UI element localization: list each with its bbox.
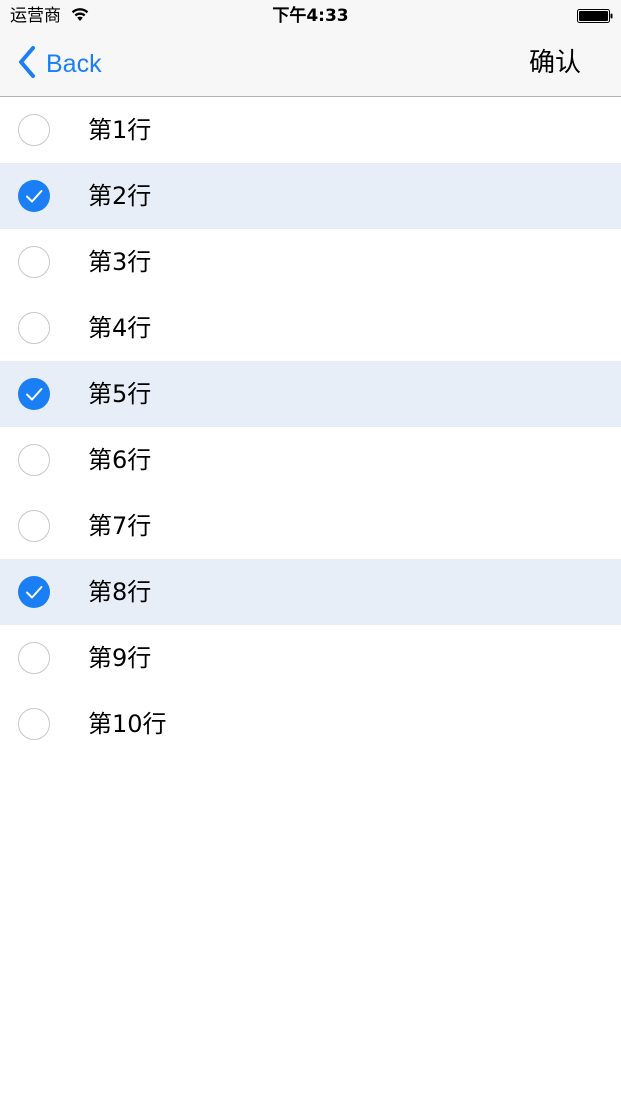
confirm-button[interactable]: 确认 — [529, 46, 581, 80]
checkmark-circle-icon[interactable] — [18, 378, 50, 410]
list-item[interactable]: 第6行 — [0, 427, 621, 493]
list-item[interactable]: 第7行 — [0, 493, 621, 559]
empty-circle-icon[interactable] — [18, 246, 50, 278]
list-item[interactable]: 第5行 — [0, 361, 621, 427]
list-item-label: 第7行 — [88, 512, 152, 540]
empty-circle-icon[interactable] — [18, 444, 50, 476]
list-item[interactable]: 第9行 — [0, 625, 621, 691]
list-item-label: 第9行 — [88, 644, 152, 672]
selection-list: 第1行第2行第3行第4行第5行第6行第7行第8行第9行第10行 — [0, 97, 621, 757]
chevron-left-icon — [16, 45, 46, 83]
empty-circle-icon[interactable] — [18, 114, 50, 146]
status-time: 下午4:33 — [272, 6, 349, 26]
list-item[interactable]: 第3行 — [0, 229, 621, 295]
back-button[interactable]: Back — [16, 46, 102, 82]
back-label: Back — [46, 50, 102, 78]
list-item[interactable]: 第2行 — [0, 163, 621, 229]
list-item-label: 第3行 — [88, 248, 152, 276]
list-item-label: 第4行 — [88, 314, 152, 342]
navigation-bar: Back 确认 — [0, 32, 621, 97]
battery-icon — [577, 8, 613, 23]
empty-circle-icon[interactable] — [18, 510, 50, 542]
list-item-label: 第10行 — [88, 710, 167, 738]
list-item[interactable]: 第10行 — [0, 691, 621, 757]
empty-circle-icon[interactable] — [18, 312, 50, 344]
status-bar: 运营商 下午4:33 — [0, 0, 621, 32]
empty-circle-icon[interactable] — [18, 642, 50, 674]
list-item-label: 第6行 — [88, 446, 152, 474]
screen: 运营商 下午4:33 Back 确认 第1行 第2行 第3行 第4行 第5行 第… — [0, 0, 621, 1104]
list-item-label: 第1行 — [88, 116, 152, 144]
checkmark-circle-icon[interactable] — [18, 576, 50, 608]
list-item[interactable]: 第1行 — [0, 97, 621, 163]
list-item-label: 第8行 — [88, 578, 152, 606]
list-item[interactable]: 第8行 — [0, 559, 621, 625]
empty-circle-icon[interactable] — [18, 708, 50, 740]
list-item-label: 第2行 — [88, 182, 152, 210]
list-item[interactable]: 第4行 — [0, 295, 621, 361]
checkmark-circle-icon[interactable] — [18, 180, 50, 212]
list-item-label: 第5行 — [88, 380, 152, 408]
